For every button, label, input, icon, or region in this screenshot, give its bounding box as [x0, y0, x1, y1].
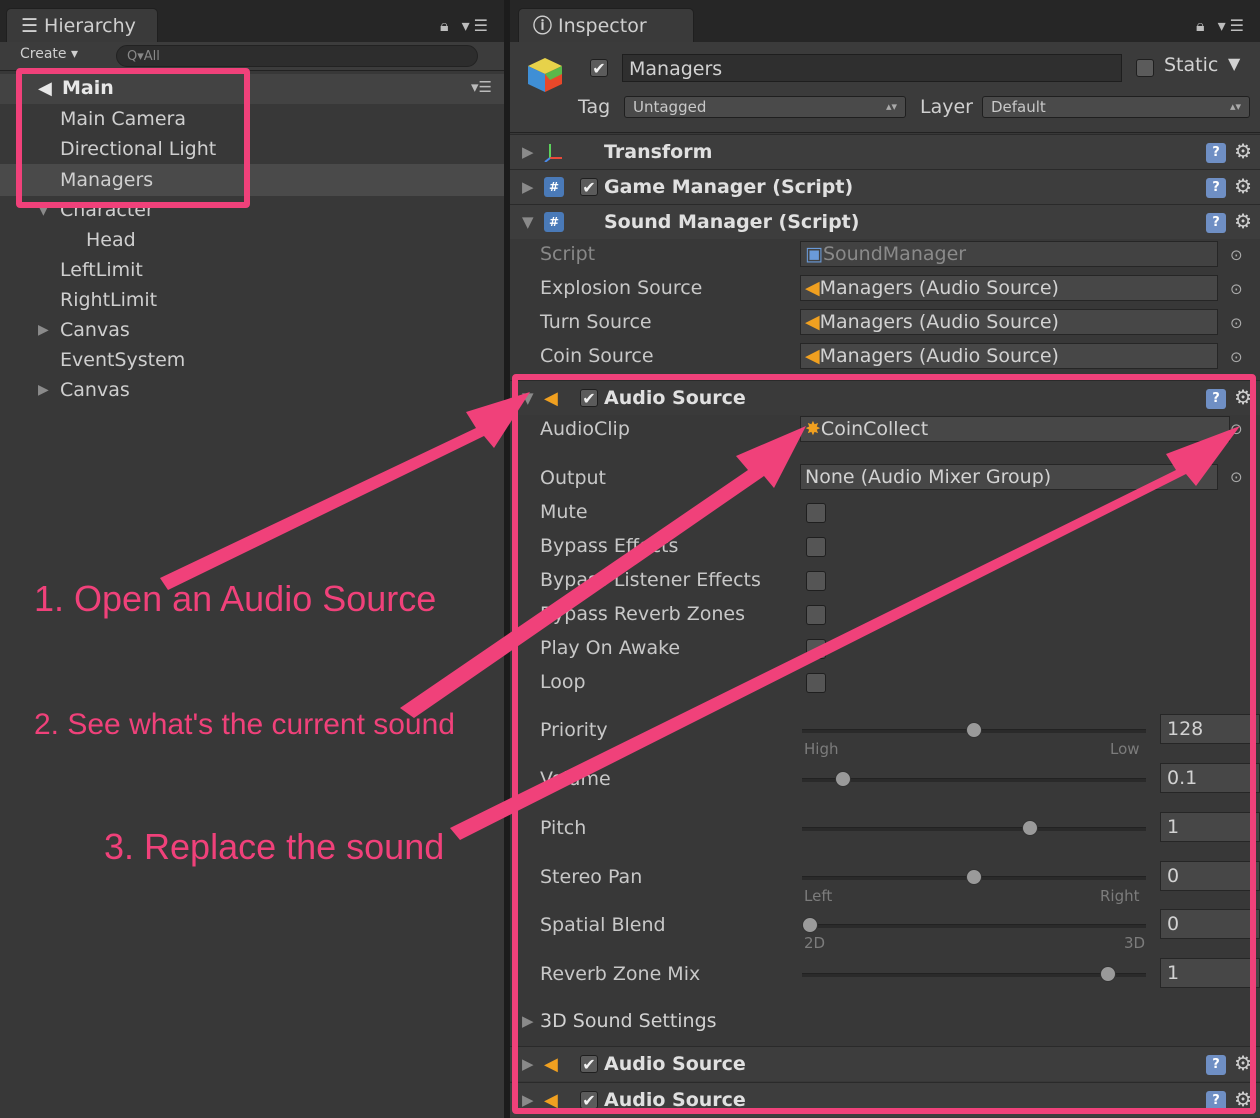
- arrow-2: [400, 426, 806, 718]
- annotation-step-2: 2. See what's the current sound: [34, 708, 455, 741]
- annotation-step-3: 3. Replace the sound: [104, 826, 445, 867]
- arrow-3: [450, 426, 1240, 840]
- annotation-step-1: 1. Open an Audio Source: [34, 578, 437, 619]
- annotation-arrows: [160, 392, 1240, 840]
- arrow-1: [160, 392, 530, 590]
